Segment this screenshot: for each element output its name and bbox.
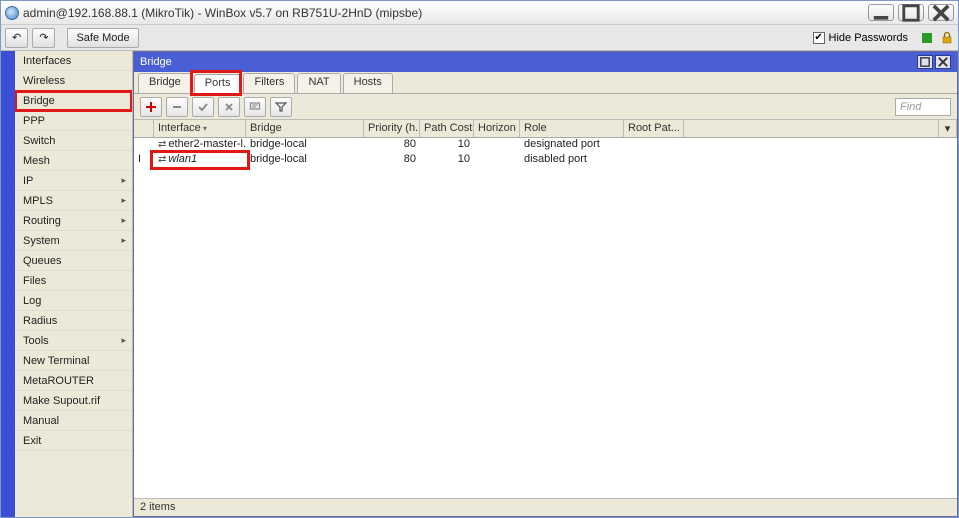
close-button[interactable] xyxy=(928,4,954,21)
find-input[interactable]: Find xyxy=(895,98,951,116)
sidebar-item-radius[interactable]: Radius xyxy=(15,311,132,331)
inner-restore-button[interactable] xyxy=(917,55,933,69)
undo-button[interactable]: ↶ xyxy=(5,28,28,48)
bridge-window-title: Bridge xyxy=(140,56,172,68)
status-bar: 2 items xyxy=(134,498,957,516)
sidebar-item-exit[interactable]: Exit xyxy=(15,431,132,451)
main-titlebar: admin@192.168.88.1 (MikroTik) - WinBox v… xyxy=(1,1,958,25)
maximize-button[interactable] xyxy=(898,4,924,21)
tab-bridge[interactable]: Bridge xyxy=(138,73,192,93)
col-role[interactable]: Role xyxy=(520,120,624,137)
status-led-icon xyxy=(922,33,932,43)
filter-button[interactable] xyxy=(270,97,292,117)
sidebar-item-make-supout-rif[interactable]: Make Supout.rif xyxy=(15,391,132,411)
enable-button[interactable] xyxy=(192,97,214,117)
sidebar-item-mesh[interactable]: Mesh xyxy=(15,151,132,171)
remove-button[interactable] xyxy=(166,97,188,117)
sidebar-item-switch[interactable]: Switch xyxy=(15,131,132,151)
tab-filters[interactable]: Filters xyxy=(243,73,295,93)
grid-header: Interface Bridge Priority (h... Path Cos… xyxy=(134,120,957,138)
window-title: admin@192.168.88.1 (MikroTik) - WinBox v… xyxy=(23,6,868,20)
sidebar-accent xyxy=(1,51,15,517)
col-rootpath[interactable]: Root Pat... xyxy=(624,120,684,137)
col-bridge[interactable]: Bridge xyxy=(246,120,364,137)
sidebar-item-files[interactable]: Files xyxy=(15,271,132,291)
inner-close-button[interactable] xyxy=(935,55,951,69)
col-interface[interactable]: Interface xyxy=(154,120,246,137)
grid-body[interactable]: ⇄ether2-master-l...bridge-local8010desig… xyxy=(134,138,957,498)
sidebar-item-tools[interactable]: Tools xyxy=(15,331,132,351)
sidebar-item-interfaces[interactable]: Interfaces xyxy=(15,51,132,71)
bridge-tabs: BridgePortsFiltersNATHosts xyxy=(134,72,957,94)
sidebar-item-queues[interactable]: Queues xyxy=(15,251,132,271)
sidebar-item-ppp[interactable]: PPP xyxy=(15,111,132,131)
sidebar-item-log[interactable]: Log xyxy=(15,291,132,311)
col-flag[interactable] xyxy=(134,120,154,137)
col-priority[interactable]: Priority (h... xyxy=(364,120,420,137)
col-horizon[interactable]: Horizon xyxy=(474,120,520,137)
lock-icon xyxy=(940,31,954,45)
sidebar: InterfacesWirelessBridgePPPSwitchMeshIPM… xyxy=(15,51,133,517)
sidebar-item-ip[interactable]: IP xyxy=(15,171,132,191)
col-pathcost[interactable]: Path Cost xyxy=(420,120,474,137)
content-area: Bridge BridgePortsFiltersNATHosts xyxy=(133,51,958,517)
checkmark-icon: ✔ xyxy=(813,32,825,44)
bridge-window: Bridge BridgePortsFiltersNATHosts xyxy=(133,51,958,517)
table-row[interactable]: I⇄wlan1bridge-local8010disabled port xyxy=(134,153,957,168)
sidebar-item-new-terminal[interactable]: New Terminal xyxy=(15,351,132,371)
sidebar-item-bridge[interactable]: Bridge xyxy=(15,91,132,111)
main-toolbar: ↶ ↷ Safe Mode ✔ Hide Passwords xyxy=(1,25,958,51)
disable-button[interactable] xyxy=(218,97,240,117)
sidebar-item-routing[interactable]: Routing xyxy=(15,211,132,231)
sidebar-item-system[interactable]: System xyxy=(15,231,132,251)
sidebar-item-mpls[interactable]: MPLS xyxy=(15,191,132,211)
sidebar-item-manual[interactable]: Manual xyxy=(15,411,132,431)
minimize-button[interactable] xyxy=(868,4,894,21)
redo-button[interactable]: ↷ xyxy=(32,28,55,48)
hide-passwords-label: Hide Passwords xyxy=(829,32,908,44)
bridge-window-titlebar[interactable]: Bridge xyxy=(134,52,957,72)
tab-hosts[interactable]: Hosts xyxy=(343,73,393,93)
sidebar-item-wireless[interactable]: Wireless xyxy=(15,71,132,91)
columns-dropdown-button[interactable]: ▾ xyxy=(939,120,957,137)
table-row[interactable]: ⇄ether2-master-l...bridge-local8010desig… xyxy=(134,138,957,153)
col-spacer xyxy=(684,120,939,137)
bridge-toolbar: Find xyxy=(134,94,957,120)
tab-ports[interactable]: Ports xyxy=(194,74,242,94)
comment-button[interactable] xyxy=(244,97,266,117)
add-button[interactable] xyxy=(140,97,162,117)
hide-passwords-checkbox[interactable]: ✔ Hide Passwords xyxy=(813,32,908,44)
tab-nat[interactable]: NAT xyxy=(297,73,340,93)
sidebar-item-metarouter[interactable]: MetaROUTER xyxy=(15,371,132,391)
app-icon xyxy=(5,6,19,20)
safe-mode-button[interactable]: Safe Mode xyxy=(67,28,138,48)
main-window: admin@192.168.88.1 (MikroTik) - WinBox v… xyxy=(0,0,959,518)
